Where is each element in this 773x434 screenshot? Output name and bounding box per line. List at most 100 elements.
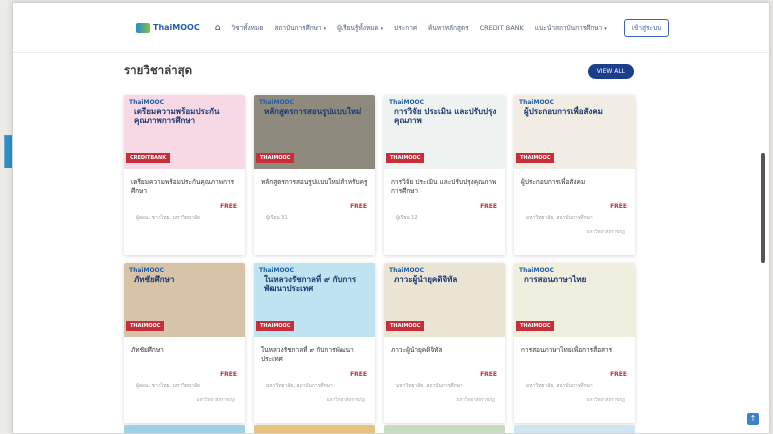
course-card-partial[interactable]	[514, 425, 635, 433]
login-button[interactable]: เข้าสู่ระบบ	[623, 18, 670, 37]
course-thumbnail[interactable]: ThaiMOOC ภาวะผู้นำยุคดิจิทัล THAIMOOC	[384, 263, 505, 337]
course-badge: THAIMOOC	[516, 153, 555, 163]
nav-item-announcements[interactable]: ประกาศ	[394, 23, 417, 33]
scrollbar[interactable]	[761, 153, 765, 263]
course-title[interactable]: หลักสูตรการสอนรูปแบบใหม่สำหรับครู	[261, 178, 368, 187]
back-to-top-icon[interactable]: ↑	[747, 413, 759, 425]
course-title[interactable]: ภาวะผู้นำยุคดิจิทัล	[391, 346, 498, 355]
course-card[interactable]: ThaiMOOC ภาวะผู้นำยุคดิจิทัล THAIMOOC ภา…	[384, 263, 505, 423]
course-grid: ThaiMOOC เตรียมความพร้อมประกันคุณภาพการศ…	[124, 95, 635, 423]
thumbnail-title: ภัทชัยศึกษา	[134, 275, 175, 284]
course-badge: THAIMOOC	[126, 321, 165, 331]
course-meta: ผู้เรียน 12	[396, 215, 418, 221]
course-thumbnail[interactable]: ThaiMOOC ภัทชัยศึกษา THAIMOOC	[124, 263, 245, 337]
course-card[interactable]: ThaiMOOC หลักสูตรการสอนรูปแบบใหม่ THAIMO…	[254, 95, 375, 255]
top-navbar: ThaiMOOC ⌂ วิชาทั้งหมด สถาบันการศึกษา ▾ ผ…	[13, 3, 769, 53]
course-badge: THAIMOOC	[386, 153, 425, 163]
course-title[interactable]: ภัทชัยศึกษา	[131, 346, 238, 355]
course-institution: มหาวิทยาลัยราชภัฏ	[586, 398, 626, 403]
thumbnail-logo: ThaiMOOC	[259, 99, 295, 106]
site-logo[interactable]: ThaiMOOC	[136, 22, 200, 33]
course-thumbnail[interactable]: ThaiMOOC การวิจัย ประเมิน และปรับปรุงคุณ…	[384, 95, 505, 169]
course-institution: มหาวิทยาลัยราชภัฏ	[586, 230, 626, 235]
nav-item-label: สถาบันการศึกษา	[274, 23, 322, 32]
course-meta: ผู้สอน: ชาวไทย, มหาวิทยาลัย	[136, 215, 200, 221]
course-meta: มหาวิทยาลัย, สถาบันการศึกษา	[526, 215, 593, 221]
course-thumbnail[interactable]: ThaiMOOC ในหลวงรัชกาลที่ ๙ กับการพัฒนาปร…	[254, 263, 375, 337]
price-label: FREE	[610, 371, 627, 378]
course-badge: CREDITBANK	[126, 153, 171, 163]
browser-window: ThaiMOOC ⌂ วิชาทั้งหมด สถาบันการศึกษา ▾ ผ…	[12, 2, 770, 434]
course-card-partial[interactable]	[124, 425, 245, 433]
nav-item-label: แนะนำสถาบันการศึกษา	[534, 23, 603, 32]
nav-item-search-courses[interactable]: ค้นหาหลักสูตร	[428, 23, 469, 33]
course-institution: มหาวิทยาลัยราชภัฏ	[326, 398, 366, 403]
logo-text: ThaiMOOC	[153, 23, 200, 32]
course-badge: THAIMOOC	[256, 153, 295, 163]
latest-courses-header: รายวิชาล่าสุด VIEW ALL	[124, 62, 634, 80]
price-label: FREE	[350, 203, 367, 210]
course-card-partial[interactable]	[254, 425, 375, 433]
thumbnail-logo: ThaiMOOC	[259, 267, 295, 274]
course-card[interactable]: ThaiMOOC การวิจัย ประเมิน และปรับปรุงคุณ…	[384, 95, 505, 255]
thumbnail-title: การสอนภาษาไทย	[524, 275, 587, 284]
home-icon[interactable]: ⌂	[215, 23, 221, 33]
course-thumbnail[interactable]: ThaiMOOC หลักสูตรการสอนรูปแบบใหม่ THAIMO…	[254, 95, 375, 169]
course-card-partial[interactable]	[384, 425, 505, 433]
course-meta: มหาวิทยาลัย, สถาบันการศึกษา	[396, 383, 463, 389]
thumbnail-title: หลักสูตรการสอนรูปแบบใหม่	[264, 107, 362, 116]
nav-item-learners[interactable]: ผู้เรียนรู้ทั้งหมด ▾	[337, 23, 383, 33]
course-institution: มหาวิทยาลัยราชภัฏ	[196, 398, 236, 403]
thumbnail-title: ในหลวงรัชกาลที่ ๙ กับการพัฒนาประเทศ	[264, 275, 357, 294]
chevron-down-icon: ▾	[604, 25, 607, 32]
course-thumbnail[interactable]: ThaiMOOC การสอนภาษาไทย THAIMOOC	[514, 263, 635, 337]
nav-item-institutions[interactable]: สถาบันการศึกษา ▾	[274, 23, 326, 33]
course-card[interactable]: ThaiMOOC เตรียมความพร้อมประกันคุณภาพการศ…	[124, 95, 245, 255]
nav-item-label: ผู้เรียนรู้ทั้งหมด	[337, 23, 379, 32]
thumbnail-logo: ThaiMOOC	[129, 99, 165, 106]
thumbnail-logo: ThaiMOOC	[519, 99, 555, 106]
view-all-button[interactable]: VIEW ALL	[587, 63, 634, 79]
thumbnail-logo: ThaiMOOC	[389, 267, 425, 274]
course-title[interactable]: เตรียมความพร้อมประกันคุณภาพการศึกษา	[131, 178, 238, 196]
course-institution: มหาวิทยาลัยราชภัฏ	[456, 398, 496, 403]
logo-mark-icon	[136, 22, 150, 33]
course-meta: ผู้เรียน 31	[266, 215, 288, 221]
course-title[interactable]: การวิจัย ประเมิน และปรับปรุงคุณภาพการศึก…	[391, 178, 498, 196]
course-badge: THAIMOOC	[256, 321, 295, 331]
course-title[interactable]: ในหลวงรัชกาลที่ ๙ กับการพัฒนาประเทศ	[261, 346, 368, 364]
thumbnail-logo: ThaiMOOC	[519, 267, 555, 274]
course-card[interactable]: ThaiMOOC ผู้ประกอบการเพื่อสังคม THAIMOOC…	[514, 95, 635, 255]
course-badge: THAIMOOC	[386, 321, 425, 331]
price-label: FREE	[480, 371, 497, 378]
course-row-partial	[124, 425, 635, 433]
course-thumbnail[interactable]: ThaiMOOC เตรียมความพร้อมประกันคุณภาพการศ…	[124, 95, 245, 169]
thumbnail-logo: ThaiMOOC	[389, 99, 425, 106]
price-label: FREE	[220, 371, 237, 378]
thumbnail-title: การวิจัย ประเมิน และปรับปรุงคุณภาพ	[394, 107, 497, 126]
course-title[interactable]: การสอนภาษาไทยเพื่อการสื่อสาร	[521, 346, 628, 355]
section-title: รายวิชาล่าสุด	[124, 63, 193, 77]
thumbnail-title: ผู้ประกอบการเพื่อสังคม	[524, 107, 603, 116]
nav-item-recommend[interactable]: แนะนำสถาบันการศึกษา ▾	[535, 23, 607, 33]
nav-item-credit-bank[interactable]: CREDIT BANK	[480, 24, 524, 32]
price-label: FREE	[480, 203, 497, 210]
price-label: FREE	[610, 203, 627, 210]
thumbnail-title: เตรียมความพร้อมประกันคุณภาพการศึกษา	[134, 107, 220, 126]
thumbnail-logo: ThaiMOOC	[129, 267, 165, 274]
chevron-down-icon: ▾	[323, 25, 327, 32]
chevron-down-icon: ▾	[380, 25, 384, 32]
course-meta: มหาวิทยาลัย, สถาบันการศึกษา	[266, 383, 333, 389]
course-card[interactable]: ThaiMOOC ภัทชัยศึกษา THAIMOOC ภัทชัยศึกษ…	[124, 263, 245, 423]
thumbnail-title: ภาวะผู้นำยุคดิจิทัล	[394, 275, 458, 284]
course-title[interactable]: ผู้ประกอบการเพื่อสังคม	[521, 178, 628, 187]
course-meta: ผู้สอน: ชาวไทย, มหาวิทยาลัย	[136, 383, 200, 389]
price-label: FREE	[220, 203, 237, 210]
course-badge: THAIMOOC	[516, 321, 555, 331]
course-thumbnail[interactable]: ThaiMOOC ผู้ประกอบการเพื่อสังคม THAIMOOC	[514, 95, 635, 169]
course-card[interactable]: ThaiMOOC การสอนภาษาไทย THAIMOOC การสอนภา…	[514, 263, 635, 423]
course-card[interactable]: ThaiMOOC ในหลวงรัชกาลที่ ๙ กับการพัฒนาปร…	[254, 263, 375, 423]
price-label: FREE	[350, 371, 367, 378]
nav-item-all-courses[interactable]: วิชาทั้งหมด	[231, 23, 263, 33]
course-meta: มหาวิทยาลัย, สถาบันการศึกษา	[526, 383, 593, 389]
